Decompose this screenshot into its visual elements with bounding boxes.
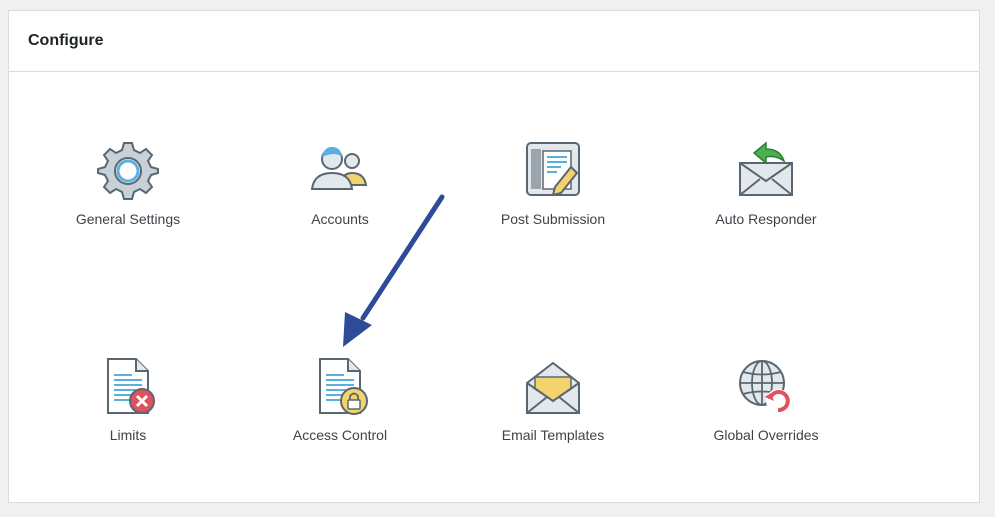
- tile-label: Access Control: [292, 427, 388, 443]
- tile-label: Accounts: [311, 211, 369, 227]
- document-x-icon: [107, 358, 155, 414]
- tile-label: Email Templates: [501, 427, 605, 443]
- tile-limits[interactable]: Limits: [38, 355, 218, 443]
- tile-email-templates[interactable]: Email Templates: [463, 355, 643, 443]
- users-icon: [310, 147, 368, 190]
- panel-title: Configure: [28, 32, 104, 49]
- tile-label: Post Submission: [500, 211, 606, 227]
- tile-label: Limits: [109, 427, 147, 443]
- open-envelope-icon: [526, 361, 580, 414]
- post-edit-icon: [526, 142, 580, 197]
- tile-access-control[interactable]: Access Control: [250, 355, 430, 443]
- configure-panel: Configure General Settings Accounts Post…: [8, 10, 980, 503]
- tile-label: General Settings: [75, 211, 181, 227]
- gear-icon: [97, 142, 159, 200]
- document-lock-icon: [319, 358, 368, 415]
- tile-accounts[interactable]: Accounts: [250, 139, 430, 227]
- tile-general-settings[interactable]: General Settings: [38, 139, 218, 227]
- tile-post-submission[interactable]: Post Submission: [463, 139, 643, 227]
- globe-refresh-icon: [739, 360, 790, 413]
- tile-auto-responder[interactable]: Auto Responder: [676, 139, 856, 227]
- tile-label: Global Overrides: [713, 427, 819, 443]
- panel-header: Configure: [9, 11, 979, 72]
- envelope-reply-icon: [739, 141, 793, 196]
- tile-label: Auto Responder: [715, 211, 817, 227]
- tile-global-overrides[interactable]: Global Overrides: [676, 355, 856, 443]
